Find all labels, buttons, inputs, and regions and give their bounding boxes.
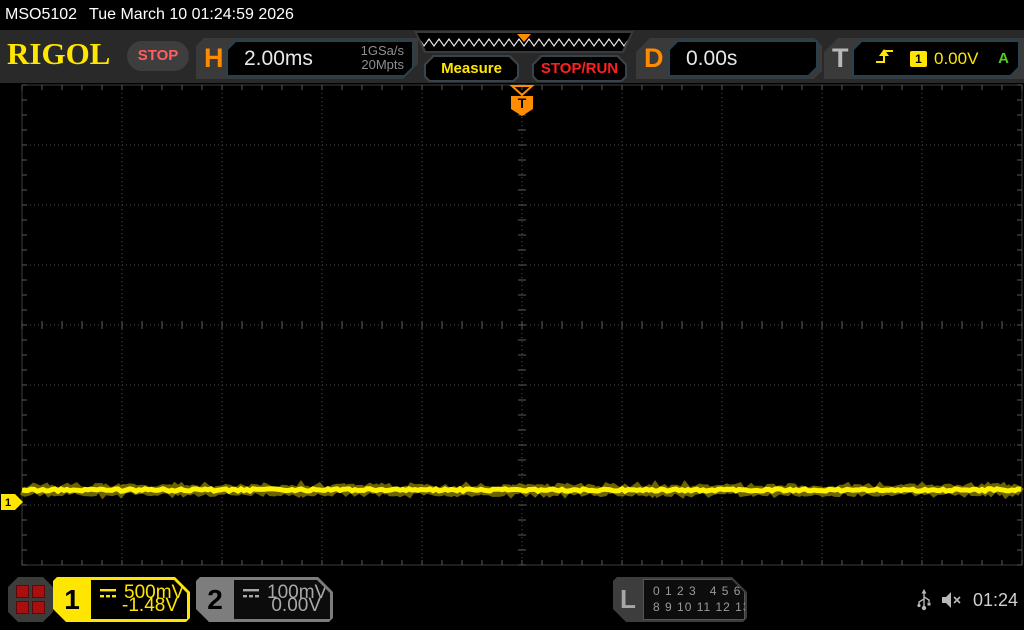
- speaker-muted-icon: [941, 592, 961, 608]
- timebase-value: 2.00ms: [244, 47, 313, 70]
- titlebar: MSO5102 Tue March 10 01:24:59 2026: [0, 0, 1024, 30]
- waveform-display-area[interactable]: T1: [0, 83, 1024, 573]
- model-name: MSO5102: [5, 6, 78, 23]
- logic-row-1: 0 1 2 3 4 5 6 7: [653, 584, 754, 598]
- rising-edge-icon: [876, 49, 894, 64]
- logic-channels-status[interactable]: L 0 1 2 3 4 5 6 7 8 9 10 11 12 13 14 15: [613, 577, 747, 622]
- channel-1-status[interactable]: 1 500mV -1.48V: [53, 577, 190, 622]
- svg-text:1: 1: [5, 497, 11, 509]
- svg-text:T: T: [518, 95, 527, 111]
- channel-1-offset: -1.48V: [122, 595, 178, 616]
- menu-grid-icon: [32, 585, 45, 598]
- menu-grid-button[interactable]: [8, 577, 53, 622]
- datetime: Tue March 10 01:24:59 2026: [89, 6, 294, 23]
- logic-label: L: [620, 584, 636, 614]
- acquisition-state-badge: STOP: [127, 41, 189, 71]
- channel-1-number: 1: [64, 584, 80, 615]
- dc-coupling-icon: [99, 587, 118, 600]
- usb-icon: [917, 589, 931, 611]
- waveform-preview-strip[interactable]: [414, 31, 634, 53]
- logic-row-2: 8 9 10 11 12 13 14 15: [653, 600, 790, 614]
- bottom-status-bar: 1 500mV -1.48V 2 100mV 0.00V L 0 1 2 3 4…: [0, 570, 1024, 630]
- measure-button[interactable]: Measure: [424, 55, 519, 82]
- preview-waveform-icon: [417, 33, 631, 51]
- measure-button-label: Measure: [426, 57, 517, 80]
- trigger-mode-badge: A: [998, 50, 1009, 67]
- memory-depth: 20Mpts: [361, 57, 404, 72]
- menu-grid-icon: [16, 601, 29, 614]
- trigger-label: T: [832, 43, 849, 73]
- stop-run-button[interactable]: STOP/RUN: [532, 55, 627, 82]
- horizontal-label: H: [204, 43, 224, 73]
- delay-label: D: [644, 43, 664, 73]
- delay-panel[interactable]: 0.00s: [668, 40, 818, 77]
- trigger-level-value: 0.00V: [934, 49, 979, 68]
- sample-rate: 1GSa/s: [360, 43, 404, 58]
- menu-grid-icon: [16, 585, 29, 598]
- header-bar: RIGOL STOP H 2.00ms 1GSa/s 20Mpts Measur…: [0, 30, 1024, 83]
- sample-rate-depth: 1GSa/s 20Mpts: [361, 44, 404, 72]
- stop-run-button-label: STOP/RUN: [534, 57, 625, 80]
- menu-grid-icon: [32, 601, 45, 614]
- status-icons: 01:24: [917, 570, 1018, 630]
- delay-value: 0.00s: [686, 47, 738, 70]
- trigger-panel[interactable]: 1 0.00V A: [852, 40, 1020, 77]
- dc-coupling-icon: [242, 587, 261, 600]
- clock: 01:24: [972, 589, 1018, 610]
- trigger-source-badge: 1: [910, 51, 927, 67]
- rigol-logo: RIGOL: [7, 36, 111, 71]
- horizontal-panel[interactable]: 2.00ms 1GSa/s 20Mpts: [226, 40, 414, 77]
- channel-2-number: 2: [207, 584, 223, 615]
- channel-2-offset: 0.00V: [271, 595, 321, 616]
- channel-2-status[interactable]: 2 100mV 0.00V: [196, 577, 333, 622]
